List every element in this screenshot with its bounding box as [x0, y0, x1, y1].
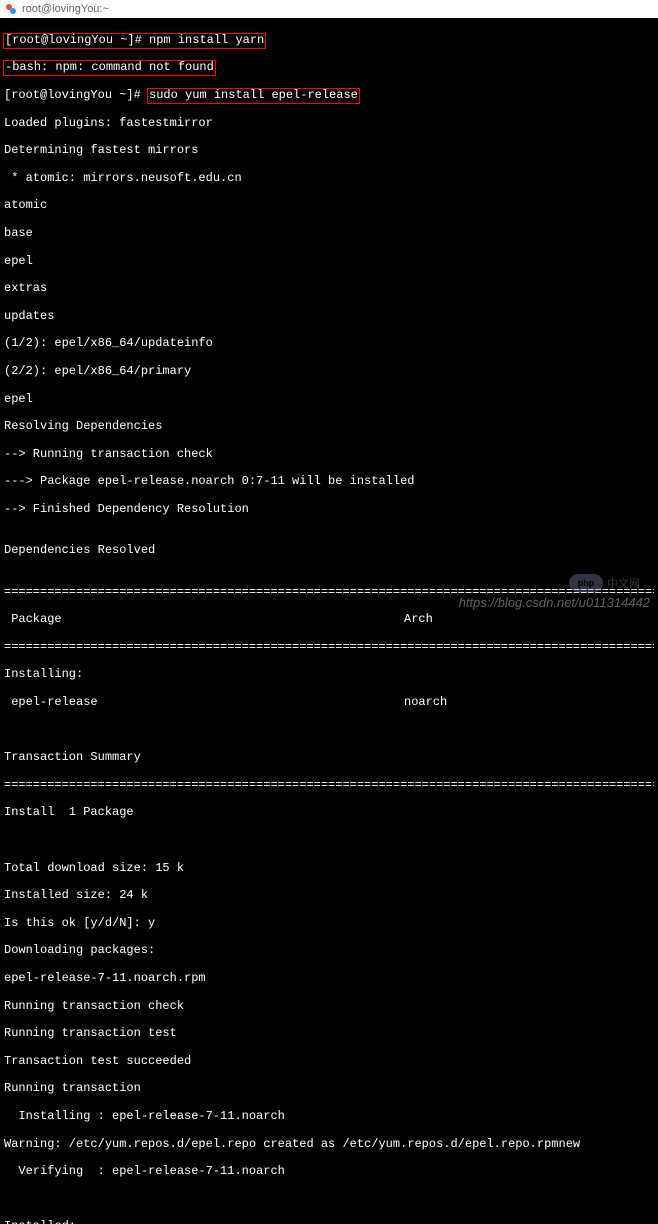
highlight-box: [root@lovingYou ~]# npm install yarn — [3, 33, 266, 49]
titlebar-text: root@lovingYou:~ — [22, 3, 109, 15]
divider: ========================================… — [4, 779, 654, 793]
php-logo-icon: php — [569, 574, 603, 592]
table-row: epel-releasenoarch — [4, 696, 654, 710]
terminal-icon — [4, 2, 18, 16]
window-titlebar: root@lovingYou:~ — [0, 0, 658, 18]
terminal-output[interactable]: [root@lovingYou ~]# npm install yarn -ba… — [0, 18, 658, 1224]
highlight-box: -bash: npm: command not found — [3, 60, 216, 76]
divider: ========================================… — [4, 641, 654, 655]
highlight-box: sudo yum install epel-release — [147, 88, 360, 104]
csdn-watermark: https://blog.csdn.net/u011314442 — [459, 595, 650, 610]
php-watermark: php 中文网 — [569, 574, 640, 592]
table-header: PackageArch — [4, 613, 654, 627]
